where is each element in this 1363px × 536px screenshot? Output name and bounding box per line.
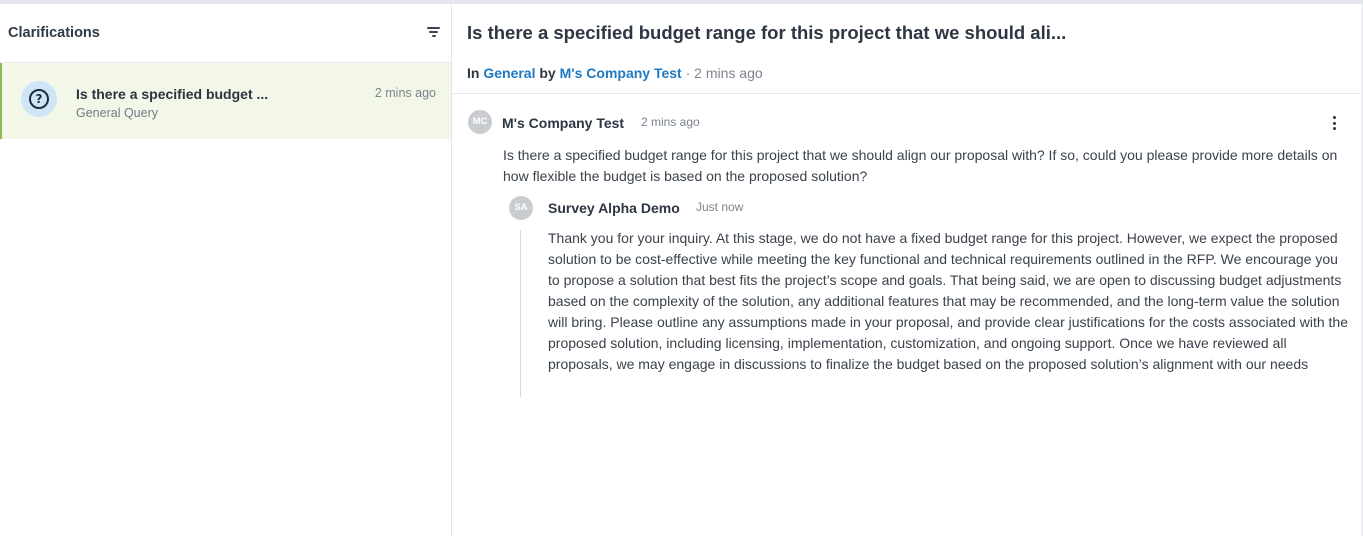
message-author: M's Company Test: [502, 115, 625, 131]
question-circle-icon: ?: [29, 89, 49, 109]
message-body: Is there a specified budget range for th…: [503, 147, 1338, 184]
more-vertical-icon[interactable]: [1328, 113, 1342, 133]
thread-title: Is there a specified budget range for th…: [467, 22, 1067, 43]
reply-author: Survey Alpha Demo: [548, 200, 680, 216]
thread-avatar: ?: [21, 81, 57, 117]
reply-time: Just now: [696, 200, 744, 214]
message-time: 2 mins ago: [641, 115, 700, 129]
category-link[interactable]: General: [483, 65, 535, 81]
thread-list-item[interactable]: ? Is there a specified budget ... 2 mins…: [0, 63, 451, 139]
thread-meta: In General by M's Company Test · 2 mins …: [467, 65, 763, 81]
clarifications-sidebar: Clarifications ? Is there a specified bu…: [0, 4, 452, 536]
thread-header: Is there a specified budget range for th…: [452, 4, 1361, 94]
thread-item-title: Is there a specified budget ...: [76, 86, 269, 102]
thread-item-category: General Query: [76, 106, 158, 120]
meta-separator: ·: [685, 65, 691, 81]
thread-item-time: 2 mins ago: [374, 86, 436, 100]
meta-by-label: by: [539, 65, 556, 81]
reply-body: Thank you for your inquiry. At this stag…: [548, 230, 1348, 372]
meta-time: 2 mins ago: [694, 65, 763, 81]
thread-detail: Is there a specified budget range for th…: [452, 4, 1363, 536]
author-link[interactable]: M's Company Test: [560, 65, 682, 81]
reply-thread-line: [520, 230, 521, 397]
meta-in-label: In: [467, 65, 480, 81]
sidebar-header: Clarifications: [0, 4, 451, 63]
filter-icon[interactable]: [424, 22, 444, 40]
sidebar-title: Clarifications: [8, 25, 100, 41]
author-avatar: MC: [468, 110, 492, 134]
reply-avatar: SA: [509, 196, 533, 220]
